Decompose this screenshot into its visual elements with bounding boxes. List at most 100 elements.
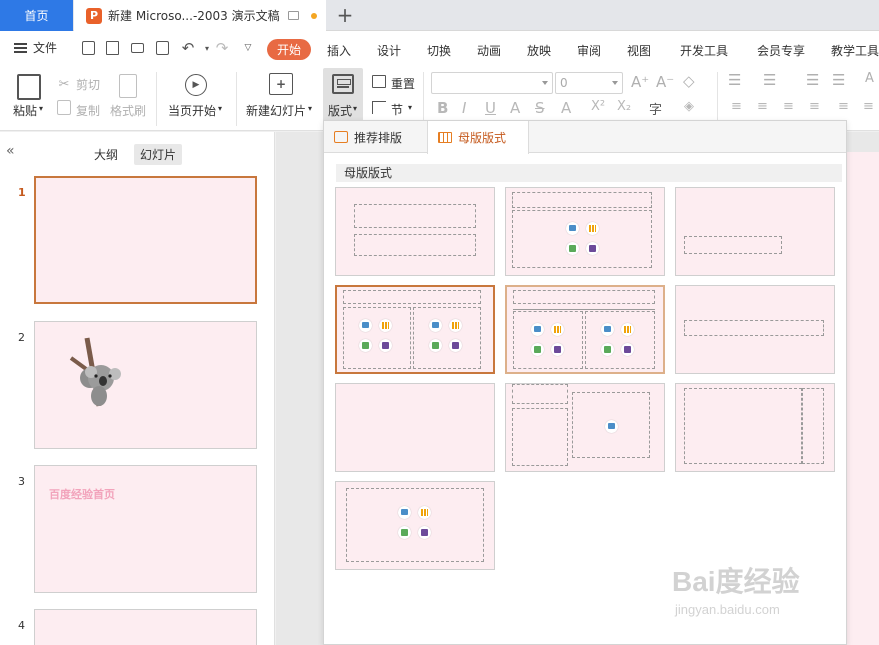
distribute-icon[interactable]: ≡ xyxy=(838,99,849,114)
slide-thumbnail-4[interactable] xyxy=(34,609,257,645)
bullets-icon[interactable]: ☰ xyxy=(728,71,741,89)
layout-content-only[interactable] xyxy=(335,481,495,570)
increase-font-icon[interactable]: A⁺ xyxy=(631,73,649,91)
justify-icon[interactable]: ≡ xyxy=(809,99,820,114)
align-left-icon[interactable]: ≡ xyxy=(731,99,742,114)
redo-icon[interactable]: ↷ xyxy=(214,39,230,57)
chart-icon xyxy=(621,323,634,336)
tab-document[interactable]: P 新建 Microso...-2003 演示文稿 xyxy=(74,0,326,31)
tab-master-label: 母版版式 xyxy=(458,131,507,145)
section-dropdown-icon[interactable]: ▾ xyxy=(408,103,412,112)
table-icon xyxy=(359,339,372,352)
play-dropdown-icon[interactable]: ▾ xyxy=(218,104,222,113)
undo-dropdown-icon[interactable]: ▾ xyxy=(199,40,215,56)
file-menu[interactable]: 文件 xyxy=(14,39,57,56)
tab-master-layout[interactable]: 母版版式 xyxy=(427,121,529,154)
tab-home[interactable]: 首页 xyxy=(0,0,73,31)
strikethrough-icon[interactable]: S xyxy=(535,99,545,117)
content-icons xyxy=(359,319,395,353)
paste-icon[interactable] xyxy=(17,74,41,100)
layout-title-slide[interactable] xyxy=(335,187,495,276)
image-icon xyxy=(601,323,614,336)
image-icon xyxy=(531,323,544,336)
layout-comparison[interactable] xyxy=(505,285,665,374)
monitor-icon[interactable] xyxy=(287,11,299,20)
tab-developer[interactable]: 开发工具 xyxy=(680,42,728,59)
tab-transition[interactable]: 切换 xyxy=(427,42,451,59)
print-preview-icon[interactable] xyxy=(154,40,170,56)
format-painter-button[interactable]: 格式刷 xyxy=(110,102,146,119)
new-tab-button[interactable]: + xyxy=(334,2,356,28)
layout-blank[interactable] xyxy=(335,383,495,472)
save-icon[interactable] xyxy=(80,40,96,56)
numbering-icon[interactable]: ☰ xyxy=(763,71,776,89)
layout-vertical-title[interactable] xyxy=(675,383,835,472)
tab-slideshow[interactable]: 放映 xyxy=(527,42,551,59)
decrease-indent-icon[interactable]: ☰ xyxy=(806,71,819,89)
print-icon[interactable] xyxy=(129,40,145,56)
font-color-icon[interactable]: A xyxy=(561,99,571,117)
align-center-icon[interactable]: ≡ xyxy=(757,99,768,114)
collapse-pane-icon[interactable]: « xyxy=(6,143,15,159)
clear-format-icon[interactable]: ◇ xyxy=(683,72,695,90)
bold-icon[interactable]: B xyxy=(437,99,448,117)
tab-recommended-layout[interactable]: 推荐排版 xyxy=(324,121,427,153)
unsaved-dot-icon xyxy=(310,12,317,19)
tab-design[interactable]: 设计 xyxy=(377,42,401,59)
slide-thumbnail-2[interactable] xyxy=(34,321,257,449)
play-from-current-button[interactable]: 当页开始 xyxy=(168,102,216,119)
reset-button[interactable]: 重置 xyxy=(391,75,415,92)
tab-start[interactable]: 开始 xyxy=(267,39,311,60)
shadow-text-icon[interactable]: A xyxy=(510,99,520,117)
tab-outline[interactable]: 大纲 xyxy=(88,144,124,165)
export-icon[interactable] xyxy=(104,40,120,56)
layout-title-only[interactable] xyxy=(675,285,835,374)
undo-icon[interactable]: ↶ xyxy=(180,39,196,57)
copy-button[interactable]: 复制 xyxy=(76,102,100,119)
phonetic-guide-icon[interactable]: 字 xyxy=(649,99,662,118)
align-right-icon[interactable]: ≡ xyxy=(783,99,794,114)
new-slide-icon[interactable]: + xyxy=(269,73,293,95)
content-icons xyxy=(531,323,567,357)
play-icon[interactable]: ▶ xyxy=(185,74,207,96)
highlight-icon[interactable]: ◈ xyxy=(684,99,694,114)
layout-button[interactable]: 版式 ▾ xyxy=(323,68,363,122)
font-size-combo[interactable]: 0 xyxy=(555,72,623,94)
slide-thumbnail-3[interactable]: 百度经验首页 xyxy=(34,465,257,593)
tab-teaching-tools[interactable]: 教学工具 xyxy=(831,42,879,59)
layout-content-caption[interactable] xyxy=(505,383,665,472)
reset-icon[interactable] xyxy=(372,75,386,88)
decrease-font-icon[interactable]: A⁻ xyxy=(656,73,674,91)
subscript-icon[interactable]: X₂ xyxy=(617,99,631,114)
new-slide-button[interactable]: 新建幻灯片 xyxy=(246,102,306,119)
underline-icon[interactable]: U xyxy=(485,99,496,117)
placeholder xyxy=(684,236,782,254)
slide-thumbnail-1[interactable] xyxy=(34,176,257,304)
tab-insert[interactable]: 插入 xyxy=(327,42,351,59)
slide-editing-area[interactable] xyxy=(845,152,879,645)
ribbon-divider xyxy=(236,72,237,126)
text-direction-icon[interactable]: A xyxy=(865,71,874,86)
tab-slides[interactable]: 幻灯片 xyxy=(134,144,183,165)
layout-two-content[interactable] xyxy=(335,285,495,374)
superscript-icon[interactable]: X² xyxy=(591,99,605,114)
chart-icon xyxy=(586,222,599,235)
tab-view[interactable]: 视图 xyxy=(627,42,651,59)
tab-member[interactable]: 会员专享 xyxy=(757,42,805,59)
paste-dropdown-icon[interactable]: ▾ xyxy=(39,104,43,113)
font-size-value: 0 xyxy=(560,76,568,90)
line-spacing-icon[interactable]: ≡ xyxy=(863,99,874,114)
paste-button[interactable]: 粘贴 xyxy=(13,102,37,119)
increase-indent-icon[interactable]: ☰ xyxy=(832,71,845,89)
layout-title-content[interactable] xyxy=(505,187,665,276)
tab-animation[interactable]: 动画 xyxy=(477,42,501,59)
quick-access-dropdown-icon[interactable]: ▽ xyxy=(240,40,256,56)
section-button[interactable]: 节 xyxy=(391,101,403,118)
font-name-combo[interactable] xyxy=(431,72,553,94)
layout-section-header[interactable] xyxy=(675,187,835,276)
new-slide-dropdown-icon[interactable]: ▾ xyxy=(308,104,312,113)
italic-icon[interactable]: I xyxy=(462,99,466,117)
tab-review[interactable]: 审阅 xyxy=(577,42,601,59)
section-icon[interactable] xyxy=(372,101,386,114)
cut-button[interactable]: 剪切 xyxy=(76,76,100,93)
